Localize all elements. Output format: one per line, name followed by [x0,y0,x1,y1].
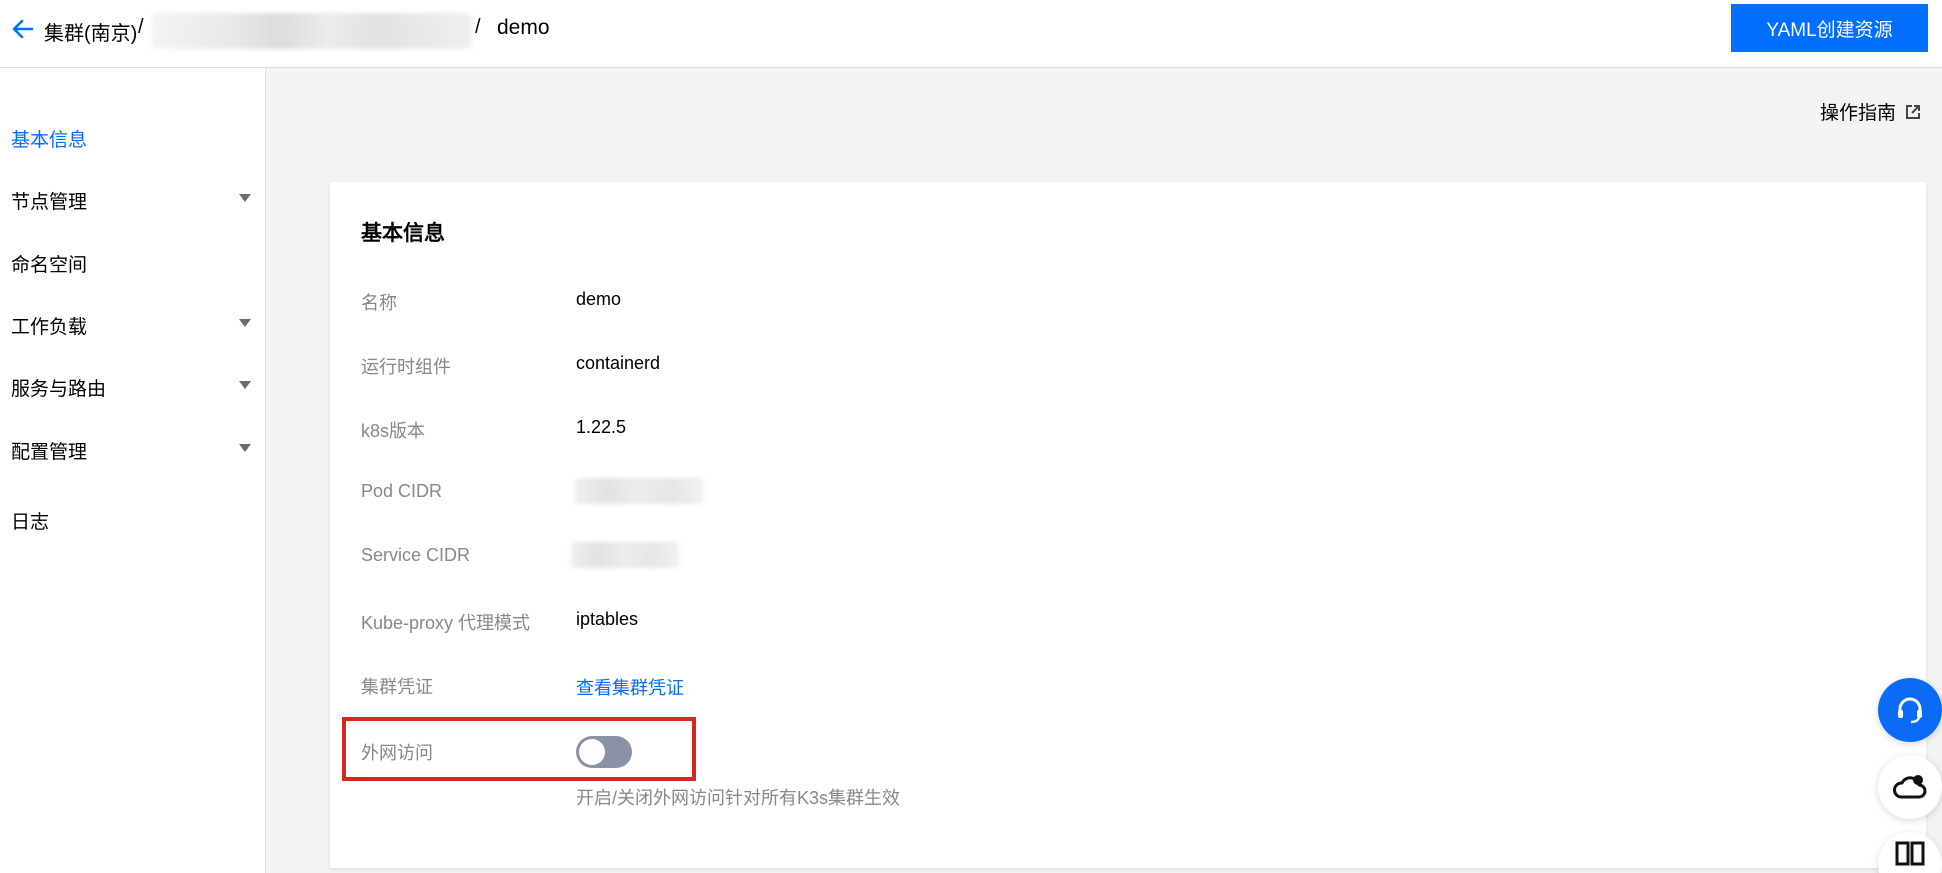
chevron-down-icon [239,444,251,452]
sidebar-item-label: 服务与路由 [11,379,107,400]
sidebar-item-label: 配置管理 [11,442,88,463]
chevron-down-icon [239,381,251,389]
toggle-knob [579,739,605,765]
view-cluster-credential-link[interactable]: 查看集群凭证 [576,674,684,700]
sidebar-item-label: 基本信息 [11,130,88,151]
back-arrow-icon[interactable] [10,16,36,42]
chevron-down-icon [239,194,251,202]
basic-info-card: 基本信息 名称 demo 运行时组件 containerd k8s版本 1.22… [330,182,1926,868]
top-bar: 集群(南京) / / demo YAML创建资源 [0,0,1942,68]
field-value-name: demo [576,289,622,309]
breadcrumb-separator: / [138,16,144,38]
field-label-service-cidr: Service CIDR [361,545,471,565]
field-value-k8s-version: 1.22.5 [576,417,627,437]
support-float-button[interactable] [1878,678,1942,742]
field-label-runtime: 运行时组件 [361,357,451,377]
sidebar-item-label: 工作负载 [11,317,88,338]
field-value-service-cidr-redacted [571,542,679,568]
field-label-kube-proxy-mode: Kube-proxy 代理模式 [361,613,531,633]
breadcrumb-separator: / [475,16,481,38]
field-label-cluster-credential: 集群凭证 [361,677,433,697]
sidebar-item-logs[interactable]: 日志 [11,507,251,539]
headset-icon [1898,697,1922,724]
cloud-notify-float-button[interactable] [1878,755,1942,819]
operation-guide-link[interactable]: 操作指南 [1820,98,1922,125]
field-label-k8s-version: k8s版本 [361,421,426,441]
sidebar-item-label: 节点管理 [11,192,88,213]
breadcrumb-current: demo [497,16,550,39]
cloud-bell-icon [1893,775,1927,799]
field-value-runtime: containerd [576,353,661,373]
field-label-pod-cidr: Pod CIDR [361,481,443,501]
external-link-icon [1906,104,1921,119]
book-icon [1895,841,1925,866]
sidebar-item-label: 命名空间 [11,255,88,276]
sidebar-item-config-management[interactable]: 配置管理 [11,437,251,469]
public-access-toggle[interactable] [576,736,632,768]
public-access-hint: 开启/关闭外网访问针对所有K3s集群生效 [576,788,901,808]
chevron-down-icon [239,319,251,327]
sidebar-item-node-management[interactable]: 节点管理 [11,187,251,219]
breadcrumb-cluster-link[interactable]: 集群(南京) [44,17,137,46]
sidebar-item-workload[interactable]: 工作负载 [11,312,251,344]
sidebar-item-label: 日志 [11,512,50,533]
operation-guide-label: 操作指南 [1820,103,1897,124]
card-title: 基本信息 [361,222,445,245]
sidebar-item-service-routing[interactable]: 服务与路由 [11,374,251,406]
yaml-create-button[interactable]: YAML创建资源 [1731,4,1928,52]
sidebar-item-basic-info[interactable]: 基本信息 [11,125,251,157]
sidebar: 基本信息 节点管理 命名空间 工作负载 服务与路由 配置管理 日志 [0,68,266,873]
field-label-name: 名称 [361,293,397,313]
sidebar-item-namespace[interactable]: 命名空间 [11,250,251,282]
field-value-kube-proxy-mode: iptables [576,609,639,629]
field-label-public-access: 外网访问 [361,743,433,763]
breadcrumb-cluster-id-redacted[interactable] [152,13,472,49]
field-value-pod-cidr-redacted [575,478,703,504]
